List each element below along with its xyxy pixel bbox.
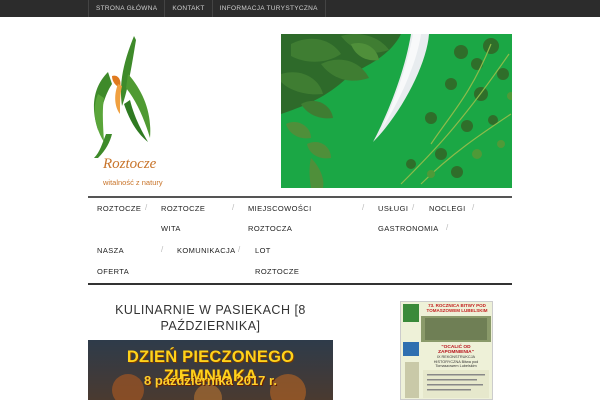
post-image[interactable]: DZIEŃ PIECZONEGO ZIEMNIAKA 8 październik… <box>88 340 333 400</box>
herbs-knife-photo <box>281 34 512 188</box>
menu-item-lot-roztocze-line2[interactable]: ROZTOCZE <box>255 267 299 276</box>
menu-bottom-rule <box>88 283 512 285</box>
header-image <box>281 34 512 188</box>
menu-item-noclegi[interactable]: NOCLEGI <box>429 204 466 213</box>
menu-separator: / <box>362 203 365 212</box>
main-menu: ROZTOCZE / ROZTOCZE WITA / MIEJSCOWOŚCI … <box>88 198 512 283</box>
menu-item-roztocze-wita-line2[interactable]: WITA <box>161 224 181 233</box>
menu-separator: / <box>161 245 164 254</box>
logo-tagline: witalność z natury <box>103 178 163 187</box>
menu-item-uslugi[interactable]: USŁUGI <box>378 204 408 213</box>
menu-item-miejscowosci[interactable]: MIEJSCOWOŚCI <box>248 204 312 213</box>
menu-item-roztocze-wita[interactable]: ROZTOCZE <box>161 204 205 213</box>
poster-heading: 73. ROCZNICA BITWY POD TOMASZOWEM LUBELS… <box>426 303 488 313</box>
menu-separator: / <box>232 203 235 212</box>
menu-item-lot-roztocze[interactable]: LOT <box>255 246 271 255</box>
post-image-date: 8 października 2017 r. <box>144 373 277 388</box>
logo-leaves-icon <box>93 36 151 158</box>
top-nav-home[interactable]: STRONA GŁÓWNA <box>88 0 164 17</box>
menu-item-gastronomia[interactable]: GASTRONOMIA <box>378 224 439 233</box>
post-title[interactable]: KULINARNIE W PASIEKACH [8 PAŹDZIERNIKA] <box>88 302 333 334</box>
menu-item-roztocze[interactable]: ROZTOCZE <box>97 204 141 213</box>
menu-separator: / <box>238 245 241 254</box>
menu-separator: / <box>145 203 148 212</box>
menu-item-komunikacja[interactable]: KOMUNIKACJA <box>177 246 236 255</box>
sidebar-poster[interactable]: 73. ROCZNICA BITWY POD TOMASZOWEM LUBELS… <box>400 301 493 400</box>
top-nav-contact[interactable]: KONTAKT <box>164 0 211 17</box>
menu-separator: / <box>412 203 415 212</box>
logo-name: Roztocze <box>103 156 157 172</box>
menu-item-miejscowosci-line2[interactable]: ROZTOCZA <box>248 224 292 233</box>
top-nav: STRONA GŁÓWNA KONTAKT INFORMACJA TURYSTY… <box>88 0 326 17</box>
menu-separator: / <box>446 223 449 232</box>
top-nav-tourist-info[interactable]: INFORMACJA TURYSTYCZNA <box>211 0 326 17</box>
top-bar: STRONA GŁÓWNA KONTAKT INFORMACJA TURYSTY… <box>0 0 600 17</box>
poster-subtitle: IX REKONSTRUKCJA HISTORYCZNA Bitwa pod T… <box>433 355 479 369</box>
poster-slogan: "OCALIĆ OD ZAPOMNIENIA" <box>438 345 474 355</box>
menu-item-nasza-oferta[interactable]: NASZA <box>97 246 124 255</box>
menu-item-nasza-oferta-line2[interactable]: OFERTA <box>97 267 129 276</box>
site-logo[interactable]: Roztocze witalność z natury <box>88 34 183 192</box>
menu-separator: / <box>472 203 475 212</box>
